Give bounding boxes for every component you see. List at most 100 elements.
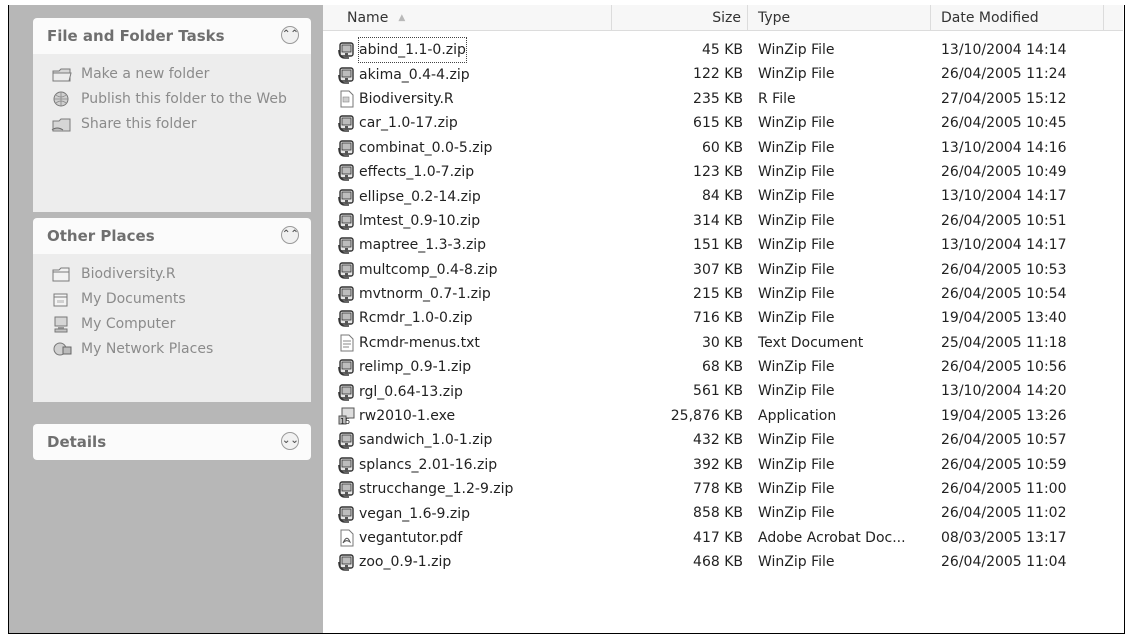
file-date-modified: 19/04/2005 13:40 bbox=[941, 310, 1067, 327]
file-date-modified: 26/04/2005 10:49 bbox=[941, 163, 1067, 180]
file-type: Adobe Acrobat Doc... bbox=[758, 529, 906, 546]
file-row[interactable]: rgl_0.64-13.zip 561 KB WinZip File 13/10/20… bbox=[323, 379, 1123, 403]
file-size: 122 KB bbox=[693, 66, 743, 83]
column-header-type[interactable]: Type bbox=[748, 5, 931, 31]
file-date-modified: 26/04/2005 10:53 bbox=[941, 261, 1067, 278]
file-type: WinZip File bbox=[758, 212, 835, 229]
task-link[interactable]: Biodiversity.R bbox=[51, 266, 297, 283]
file-date-modified: 13/10/2004 14:16 bbox=[941, 139, 1067, 156]
file-name-cell: car_1.0-17.zip bbox=[337, 111, 458, 135]
file-name-cell: vegan_1.6-9.zip bbox=[337, 501, 470, 525]
file-row[interactable]: Rcmdr-menus.txt 30 KB Text Document 25/04/2… bbox=[323, 331, 1123, 355]
other-places-header[interactable]: Other Places ⌃⌃ bbox=[33, 218, 311, 254]
file-row[interactable]: ellipse_0.2-14.zip 84 KB WinZip File 13/10/… bbox=[323, 184, 1123, 208]
task-link[interactable]: Publish this folder to the Web bbox=[51, 91, 297, 108]
task-link[interactable]: My Network Places bbox=[51, 341, 297, 358]
file-date-modified: 13/10/2004 14:17 bbox=[941, 188, 1067, 205]
file-size: 151 KB bbox=[693, 237, 743, 254]
winzip-icon bbox=[337, 357, 357, 377]
file-name-cell: combinat_0.0-5.zip bbox=[337, 136, 492, 160]
file-row[interactable]: akima_0.4-4.zip 122 KB WinZip File 26/04/20… bbox=[323, 62, 1123, 86]
file-type: WinZip File bbox=[758, 505, 835, 522]
file-date-modified: 26/04/2005 11:04 bbox=[941, 554, 1067, 571]
file-row[interactable]: sandwich_1.0-1.zip 432 KB WinZip File 26/04… bbox=[323, 428, 1123, 452]
file-row[interactable]: vegan_1.6-9.zip 858 KB WinZip File 26/04/20… bbox=[323, 501, 1123, 525]
expand-chevron-icon[interactable]: ⌄⌄ bbox=[281, 432, 299, 450]
file-size: 68 KB bbox=[701, 359, 743, 376]
file-row[interactable]: relimp_0.9-1.zip 68 KB WinZip File 26/04/20… bbox=[323, 355, 1123, 379]
winzip-icon bbox=[337, 40, 357, 60]
winzip-icon bbox=[337, 552, 357, 572]
pdf-icon bbox=[337, 528, 357, 548]
winzip-icon bbox=[337, 211, 357, 231]
file-date-modified: 26/04/2005 10:56 bbox=[941, 359, 1067, 376]
file-row[interactable]: Biodiversity.R 235 KB R File 27/04/2005 15:… bbox=[323, 87, 1123, 111]
task-label: Make a new folder bbox=[81, 66, 210, 82]
file-row[interactable]: combinat_0.0-5.zip 60 KB WinZip File 13/10/… bbox=[323, 136, 1123, 160]
file-name: ellipse_0.2-14.zip bbox=[359, 188, 481, 205]
task-link[interactable]: My Documents bbox=[51, 291, 297, 308]
panel-title: Other Places bbox=[47, 227, 155, 245]
file-name-cell: vegantutor.pdf bbox=[337, 526, 462, 550]
file-name: car_1.0-17.zip bbox=[359, 115, 458, 132]
task-link[interactable]: Share this folder bbox=[51, 116, 297, 133]
globe-icon bbox=[51, 91, 73, 108]
file-name-cell: multcomp_0.4-8.zip bbox=[337, 258, 497, 282]
file-row[interactable]: lmtest_0.9-10.zip 314 KB WinZip File 26/04/… bbox=[323, 209, 1123, 233]
file-name: multcomp_0.4-8.zip bbox=[359, 261, 498, 278]
file-type: Text Document bbox=[758, 334, 864, 351]
panel-title: Details bbox=[47, 433, 107, 451]
column-header-name[interactable]: Name ▲ bbox=[323, 5, 612, 31]
task-link[interactable]: My Computer bbox=[51, 316, 297, 333]
file-name: akima_0.4-4.zip bbox=[359, 66, 470, 83]
collapse-chevron-icon[interactable]: ⌃⌃ bbox=[281, 226, 299, 244]
file-date-modified: 26/04/2005 10:59 bbox=[941, 456, 1067, 473]
collapse-chevron-icon[interactable]: ⌃⌃ bbox=[281, 26, 299, 44]
file-row[interactable]: vegantutor.pdf 417 KB Adobe Acrobat Doc...… bbox=[323, 526, 1123, 550]
file-row[interactable]: mvtnorm_0.7-1.zip 215 KB WinZip File 26/04/… bbox=[323, 282, 1123, 306]
column-header-date-modified[interactable]: Date Modified bbox=[931, 5, 1104, 31]
file-size: 561 KB bbox=[693, 383, 743, 400]
text-file-icon bbox=[337, 333, 357, 353]
file-name: vegantutor.pdf bbox=[359, 530, 463, 546]
other-places-body: Biodiversity.R My Documents My Computer My … bbox=[33, 254, 311, 402]
file-name: mvtnorm_0.7-1.zip bbox=[359, 286, 491, 303]
file-type: WinZip File bbox=[758, 481, 835, 498]
file-size: 432 KB bbox=[693, 432, 743, 449]
task-label: Publish this folder to the Web bbox=[81, 91, 287, 107]
winzip-icon bbox=[337, 235, 357, 255]
file-name-cell: Biodiversity.R bbox=[337, 87, 454, 111]
winzip-icon bbox=[337, 162, 357, 182]
file-name: Biodiversity.R bbox=[359, 90, 454, 107]
column-header-filler bbox=[1104, 5, 1123, 31]
winzip-icon bbox=[337, 308, 357, 328]
file-type: WinZip File bbox=[758, 432, 835, 449]
file-date-modified: 13/10/2004 14:20 bbox=[941, 383, 1067, 400]
installer-icon: 15 bbox=[337, 406, 357, 426]
file-type: WinZip File bbox=[758, 188, 835, 205]
column-header-size[interactable]: Size bbox=[612, 5, 748, 31]
file-row[interactable]: car_1.0-17.zip 615 KB WinZip File 26/04/200… bbox=[323, 111, 1123, 135]
file-row[interactable]: Rcmdr_1.0-0.zip 716 KB WinZip File 19/04/20… bbox=[323, 306, 1123, 330]
file-row[interactable]: 15 rw2010-1.exe 25,876 KB Application 19/04/… bbox=[323, 404, 1123, 428]
file-folder-tasks-header[interactable]: File and Folder Tasks ⌃⌃ bbox=[33, 18, 311, 54]
file-name: maptree_1.3-3.zip bbox=[359, 237, 487, 254]
new-folder-icon bbox=[51, 66, 73, 83]
details-header[interactable]: Details ⌄⌄ bbox=[33, 424, 311, 460]
task-link[interactable]: Make a new folder bbox=[51, 66, 297, 83]
winzip-icon bbox=[337, 65, 357, 85]
file-row[interactable]: splancs_2.01-16.zip 392 KB WinZip File 26/0… bbox=[323, 453, 1123, 477]
file-type: WinZip File bbox=[758, 383, 835, 400]
file-row[interactable]: maptree_1.3-3.zip 151 KB WinZip File 13/10/… bbox=[323, 233, 1123, 257]
explorer-window: File and Folder Tasks ⌃⌃ Make a new fold… bbox=[8, 5, 1125, 634]
file-type: R File bbox=[758, 90, 796, 107]
file-row[interactable]: effects_1.0-7.zip 123 KB WinZip File 26/04/… bbox=[323, 160, 1123, 184]
file-date-modified: 19/04/2005 13:26 bbox=[941, 407, 1067, 424]
file-folder-tasks-body: Make a new folder Publish this folder to … bbox=[33, 54, 311, 212]
file-row[interactable]: abind_1.1-0.zip 45 KB WinZip File 13/10/200… bbox=[323, 37, 1123, 64]
file-type: WinZip File bbox=[758, 310, 835, 327]
file-row[interactable]: zoo_0.9-1.zip 468 KB WinZip File 26/04/2005… bbox=[323, 550, 1123, 574]
file-row[interactable]: multcomp_0.4-8.zip 307 KB WinZip File 26/04… bbox=[323, 258, 1123, 282]
file-type: WinZip File bbox=[758, 285, 835, 302]
file-row[interactable]: strucchange_1.2-9.zip 778 KB WinZip File 26… bbox=[323, 477, 1123, 501]
